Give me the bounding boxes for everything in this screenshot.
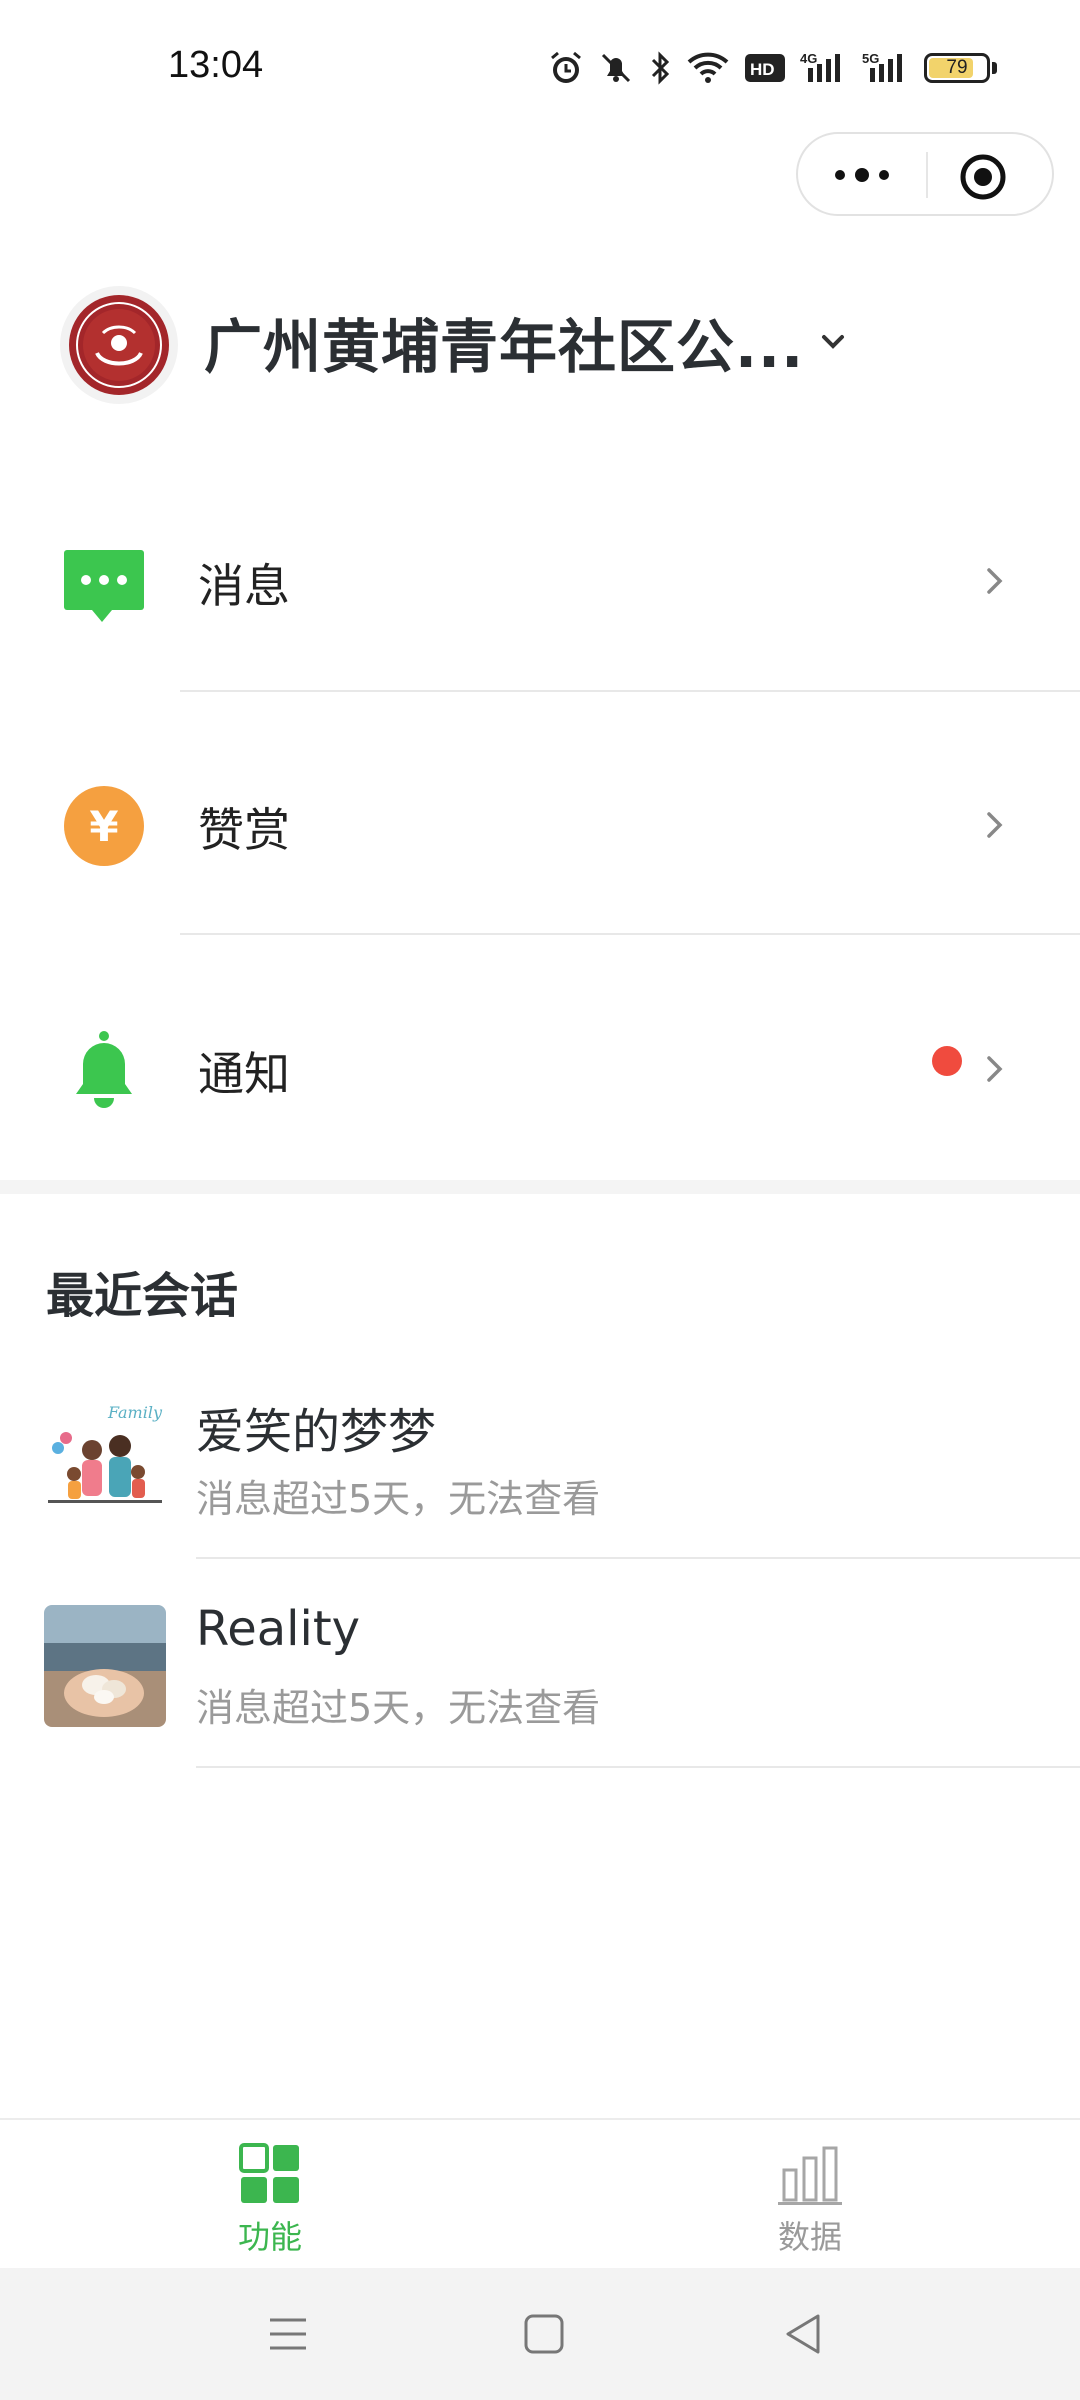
system-nav-bar	[0, 2268, 1080, 2400]
bluetooth-icon	[651, 51, 670, 85]
chevron-down-icon[interactable]	[816, 325, 850, 359]
back-icon[interactable]	[778, 2308, 830, 2360]
recent-title: 最近会话	[46, 1268, 239, 1324]
svg-text:¥: ¥	[89, 802, 118, 851]
bell-icon	[76, 1031, 132, 1108]
row-divider	[180, 690, 1080, 692]
menu-row-messages[interactable]: 消息	[0, 490, 1080, 650]
shell-beach-avatar-icon	[44, 1605, 166, 1727]
grid-icon	[239, 2143, 299, 2203]
conversation-avatar: Family	[44, 1396, 166, 1518]
unread-dot	[932, 1046, 962, 1076]
account-avatar[interactable]	[60, 286, 178, 404]
conversation-divider	[196, 1557, 1080, 1559]
menu-row-appreciation[interactable]: ¥ 赞赏	[0, 734, 1080, 894]
family-avatar-icon: Family	[44, 1396, 166, 1518]
chat-bubble-icon	[64, 550, 144, 622]
wifi-icon	[687, 52, 729, 83]
tab-functions[interactable]: 功能	[0, 2120, 540, 2270]
svg-text:4G: 4G	[800, 51, 817, 66]
bar-chart-icon	[778, 2146, 842, 2205]
conversation-avatar	[44, 1605, 166, 1727]
svg-text:Family: Family	[107, 1403, 163, 1422]
section-separator	[0, 1180, 1080, 1194]
menu-label-messages: 消息	[198, 559, 290, 613]
account-name[interactable]: 广州黄埔青年社区公...	[204, 300, 804, 384]
chevron-right-icon	[987, 568, 1003, 594]
status-time: 13:04	[168, 44, 264, 86]
menu-label-appreciation: 赞赏	[198, 803, 290, 857]
conversation-divider	[196, 1766, 1080, 1768]
battery-tip	[992, 62, 997, 74]
battery-icon: 79	[924, 53, 990, 83]
tab-data[interactable]: 数据	[540, 2120, 1080, 2270]
conversation-name: 爱笑的梦梦	[196, 1404, 437, 1460]
conversation-subtitle: 消息超过5天，无法查看	[196, 1477, 601, 1521]
row-divider	[180, 933, 1080, 935]
tab-label-data: 数据	[777, 2218, 842, 2256]
conversation-subtitle: 消息超过5天，无法查看	[196, 1686, 601, 1730]
conversation-item[interactable]: Family 爱笑的梦梦 消息超过5天，无法查看	[0, 1396, 1080, 1606]
mute-icon	[601, 53, 631, 83]
home-icon[interactable]	[518, 2308, 570, 2360]
5g-signal-icon: 5G	[862, 51, 902, 82]
svg-text:5G: 5G	[862, 51, 879, 66]
battery-level: 79	[946, 57, 968, 78]
target-close-icon[interactable]	[958, 152, 1008, 202]
alarm-icon	[551, 51, 581, 83]
chevron-right-icon	[987, 812, 1003, 838]
capsule-divider	[926, 152, 928, 198]
svg-text:HD: HD	[750, 60, 775, 79]
status-icons: HD 4G 5G 79	[548, 46, 997, 90]
tab-bar: 功能 数据	[0, 2118, 1080, 2268]
more-dots-icon[interactable]	[830, 160, 894, 190]
community-emblem-icon	[69, 295, 169, 395]
miniprogram-capsule	[796, 132, 1054, 216]
menu-row-notifications[interactable]: 通知	[0, 978, 1080, 1138]
menu-icon[interactable]	[262, 2308, 314, 2360]
chevron-right-icon	[987, 1056, 1003, 1082]
conversation-name: Reality	[196, 1601, 361, 1657]
menu-label-notifications: 通知	[198, 1047, 290, 1101]
hd-icon: HD	[745, 54, 785, 82]
conversation-item[interactable]: Reality 消息超过5天，无法查看	[0, 1601, 1080, 1815]
tab-label-functions: 功能	[237, 2218, 302, 2256]
4g-signal-icon: 4G	[800, 51, 840, 82]
yuan-coin-icon: ¥	[64, 786, 144, 866]
